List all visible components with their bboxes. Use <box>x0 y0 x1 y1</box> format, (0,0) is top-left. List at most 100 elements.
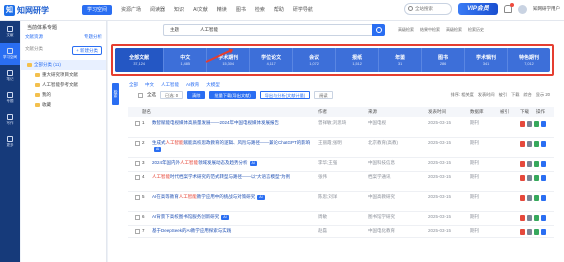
toolbar-button[interactable]: 已选: 0 <box>160 91 184 99</box>
row-source[interactable]: 中国科技信息 <box>368 160 395 166</box>
sidebar-item[interactable]: 写作 <box>0 109 20 131</box>
row-author[interactable]: 李华;王强 <box>318 160 337 166</box>
star-icon[interactable] <box>534 161 539 167</box>
quote-icon[interactable] <box>527 195 532 201</box>
pdf-icon[interactable] <box>520 175 525 181</box>
category-tab[interactable]: 全部文献 37,124 <box>115 48 165 72</box>
filter-chip[interactable]: 全部 <box>129 82 138 88</box>
search-extra-link[interactable]: 高级检索 <box>446 27 462 33</box>
star-icon[interactable] <box>534 141 539 147</box>
new-category-button[interactable]: + 新建分类 <box>72 46 102 55</box>
download-icon[interactable] <box>541 215 546 221</box>
row-author[interactable]: 张伟 <box>318 174 327 180</box>
table-row[interactable]: 2 生成式人工智能赋能高校思政教育的逻辑、风险与路径——兼论ChatGPT的影响 A… <box>128 138 554 158</box>
tree-item[interactable]: 收藏 <box>21 100 106 110</box>
category-tab[interactable]: 会议 1,072 <box>293 48 337 72</box>
sort-option[interactable]: 发表时间 <box>478 92 495 98</box>
toolbar-button[interactable]: 批量下载(导出文献) <box>209 91 256 99</box>
sort-option[interactable]: 被引 <box>499 92 507 98</box>
download-icon[interactable] <box>541 161 546 167</box>
bell-icon[interactable] <box>504 3 514 13</box>
nav-item[interactable]: AI文献 <box>193 5 208 15</box>
quote-icon[interactable] <box>527 141 532 147</box>
row-source[interactable]: 档案学通讯 <box>368 174 391 180</box>
nav-item[interactable]: 图书 <box>236 5 246 15</box>
filter-chip[interactable]: AI教育 <box>186 82 199 88</box>
quote-icon[interactable] <box>527 229 532 235</box>
toolbar-button[interactable]: 导出与分析(文献计量) <box>259 91 311 99</box>
category-tab[interactable]: 中文 1,485 <box>164 48 208 72</box>
column-header[interactable]: 题名 <box>142 107 151 117</box>
row-checkbox[interactable] <box>135 175 140 180</box>
star-icon[interactable] <box>534 215 539 221</box>
column-header[interactable]: 被引 <box>500 107 509 117</box>
sidebar-item[interactable]: 学习空间 <box>0 43 20 65</box>
vip-button[interactable]: VIP会员 <box>458 3 498 15</box>
pdf-icon[interactable] <box>520 229 525 235</box>
sort-option[interactable]: 综合 <box>523 92 531 98</box>
download-icon[interactable] <box>541 195 546 201</box>
column-header[interactable]: 来源 <box>368 107 377 117</box>
pdf-icon[interactable] <box>520 215 525 221</box>
user-name[interactable]: 知网研学用户 <box>533 6 560 12</box>
download-icon[interactable] <box>541 141 546 147</box>
row-checkbox[interactable] <box>135 121 140 126</box>
filter-chip[interactable]: 中文 <box>145 82 154 88</box>
star-icon[interactable] <box>534 121 539 127</box>
tree-item[interactable]: 人工智能参考文献 <box>21 80 106 90</box>
table-row[interactable]: 7 基于DeepSeek的AI教学应用探索与实践 赵磊 中国电化教育 2025-03-1… <box>128 226 554 238</box>
search-extra-link[interactable]: 结果中检索 <box>420 27 440 33</box>
table-row[interactable]: 5 AI在高等教育人工智能教学应用中的挑战与对策研究 AI 陈思;刘洋 中国高教研究 20… <box>128 192 554 212</box>
column-header[interactable]: 发表时间 <box>428 107 446 117</box>
avatar[interactable] <box>518 4 527 14</box>
row-checkbox[interactable] <box>135 229 140 234</box>
select-all-checkbox[interactable] <box>138 92 143 98</box>
nav-item[interactable]: 知识 <box>174 5 184 15</box>
quote-icon[interactable] <box>527 121 532 127</box>
nav-item[interactable]: 研学导航 <box>293 5 313 15</box>
nav-item[interactable]: 学习空间 <box>82 5 113 15</box>
sort-option[interactable]: 排序: 相关度 <box>451 92 474 98</box>
row-title[interactable]: AI在高等教育人工智能教学应用中的挑战与对策研究 AI <box>152 194 312 200</box>
column-header[interactable]: 下载 <box>520 107 529 117</box>
search-extra-link[interactable]: 高级检索 <box>398 27 414 33</box>
row-checkbox[interactable] <box>135 161 140 166</box>
column-header[interactable]: 作者 <box>318 107 327 117</box>
tree-item[interactable]: 重大研究项目文献 <box>21 70 106 80</box>
pdf-icon[interactable] <box>520 161 525 167</box>
row-source[interactable]: 北京教育(高教) <box>368 140 398 146</box>
filter-chip[interactable]: 人工智能 <box>161 82 179 88</box>
row-author[interactable]: 赵磊 <box>318 228 327 234</box>
row-source[interactable]: 中国高教研究 <box>368 194 395 200</box>
download-icon[interactable] <box>541 175 546 181</box>
tree-item[interactable]: 全部分类 (11) <box>21 60 106 70</box>
row-title[interactable]: 生成式人工智能赋能高校思政教育的逻辑、风险与路径——兼论ChatGPT的影响 AI <box>152 140 312 152</box>
quote-icon[interactable] <box>527 161 532 167</box>
category-tab[interactable]: 学位论文 4,117 <box>250 48 294 72</box>
pdf-icon[interactable] <box>520 141 525 147</box>
row-author[interactable]: 王丽霞;张明 <box>318 140 342 146</box>
category-tab[interactable]: 图书 286 <box>422 48 466 72</box>
column-header[interactable]: 数据库 <box>470 107 484 117</box>
logo[interactable]: 知 知网研学 <box>4 4 68 17</box>
nav-item[interactable]: 精读 <box>217 5 227 15</box>
sidebar-item[interactable]: 文献 <box>0 21 20 43</box>
site-search[interactable]: 全站搜索 <box>404 3 452 15</box>
toolbar-button[interactable]: 清除 <box>187 91 206 99</box>
nav-item[interactable]: 阅读器 <box>150 5 165 15</box>
row-checkbox[interactable] <box>135 215 140 220</box>
quote-icon[interactable] <box>527 175 532 181</box>
tree-item[interactable]: 我的 <box>21 90 106 100</box>
pdf-icon[interactable] <box>520 195 525 201</box>
table-row[interactable]: 6 AI背景下高校图书馆服务创新研究 AI 周敏 图书馆学研究 2025-03-15 期刊 <box>128 212 554 226</box>
star-icon[interactable] <box>534 175 539 181</box>
table-row[interactable]: 1 数智赋能电视媒体高质量发展——2024年中国电视媒体发展报告 曾祥敏;刘思琦 中国… <box>128 118 554 138</box>
quote-icon[interactable] <box>527 215 532 221</box>
filter-chip[interactable]: 大模型 <box>206 82 220 88</box>
row-title[interactable]: 2024年国内外人工智能领域发展动态及趋势分析 AI <box>152 160 312 166</box>
row-source[interactable]: 中国电视 <box>368 120 386 126</box>
left-tab[interactable]: 检索 <box>112 83 119 105</box>
row-checkbox[interactable] <box>135 141 140 146</box>
row-title[interactable]: 数智赋能电视媒体高质量发展——2024年中国电视媒体发展报告 <box>152 120 312 126</box>
row-title[interactable]: 基于DeepSeek的AI教学应用探索与实践 <box>152 228 312 234</box>
